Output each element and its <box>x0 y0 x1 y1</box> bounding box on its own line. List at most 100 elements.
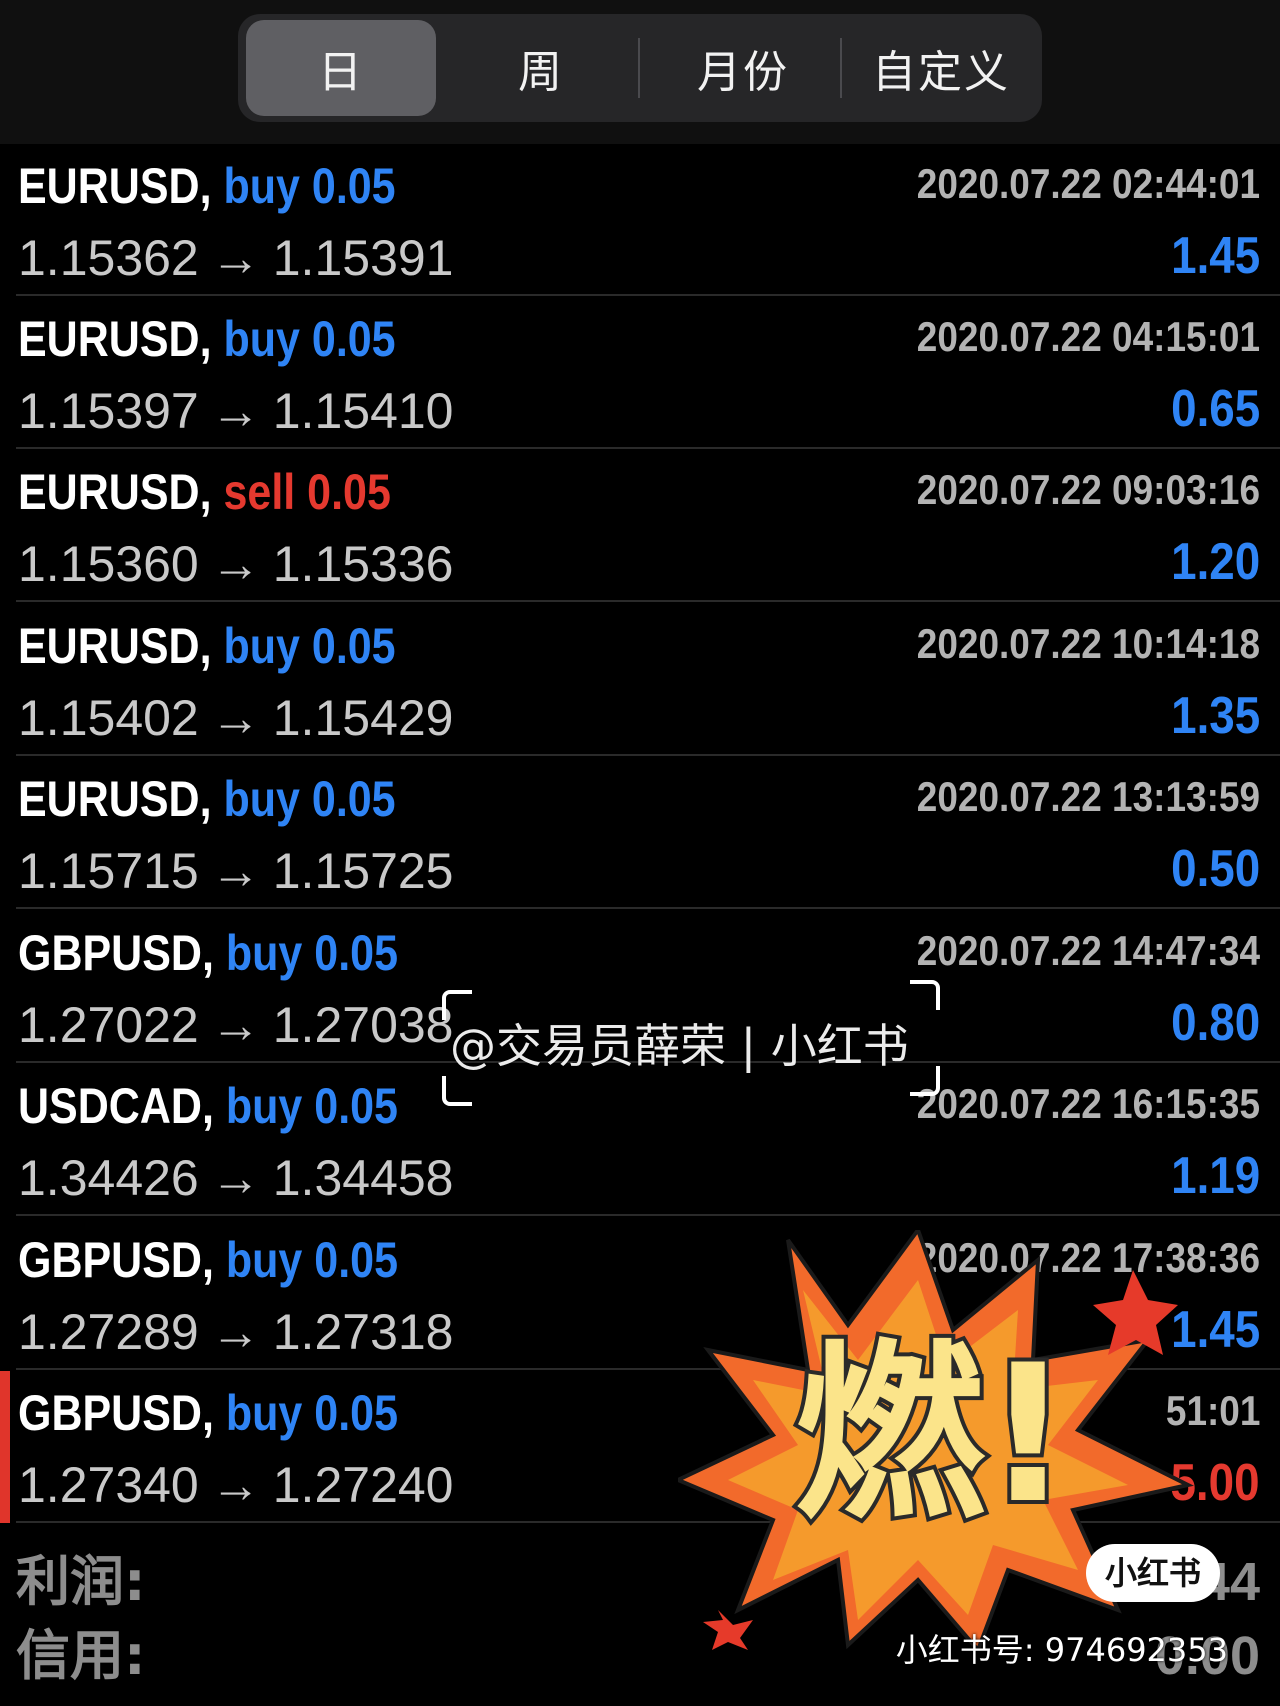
trade-volume: 0.05 <box>314 1078 398 1134</box>
profit-label: 利润: <box>16 1550 146 1613</box>
trade-row[interactable]: EURUSD, buy 0.05 1.15715 → 1.15725 2020.07… <box>0 757 1280 909</box>
selected-row-marker <box>0 1371 10 1523</box>
trade-volume: 0.05 <box>314 1232 398 1288</box>
trade-symbol: EURUSD <box>18 618 200 674</box>
open-price: 1.15362 <box>18 230 199 286</box>
trade-prices: 1.15402 → 1.15429 <box>18 688 454 748</box>
trade-title: EURUSD, buy 0.05 <box>18 158 396 214</box>
trade-profit: 1.35 <box>1170 687 1260 745</box>
period-segmented-control: 日 周 月份 自定义 <box>238 14 1042 122</box>
trade-symbol: EURUSD <box>18 311 200 367</box>
arrow-right-icon: → <box>210 997 261 1053</box>
close-price: 1.34458 <box>272 1150 454 1206</box>
trade-prices: 1.15397 → 1.15410 <box>18 381 454 441</box>
trade-symbol: GBPUSD <box>18 1385 202 1441</box>
trade-prices: 1.27022 → 1.27038 <box>18 995 454 1055</box>
close-price: 1.15391 <box>272 230 454 286</box>
trade-side: sell <box>223 464 296 520</box>
trade-side: buy <box>225 1385 303 1441</box>
trade-symbol: EURUSD <box>18 464 200 520</box>
trade-title: GBPUSD, buy 0.05 <box>18 1385 398 1441</box>
trade-profit: 1.19 <box>1170 1147 1260 1205</box>
trade-symbol: USDCAD <box>18 1078 202 1134</box>
trade-profit: 0.50 <box>1170 840 1260 898</box>
row-divider <box>16 1521 1280 1523</box>
row-divider <box>16 907 1280 909</box>
trade-title: EURUSD, sell 0.05 <box>18 464 391 520</box>
trade-symbol: EURUSD <box>18 158 200 214</box>
open-price: 1.15715 <box>18 843 199 899</box>
trade-row[interactable]: EURUSD, buy 0.05 1.15402 → 1.15429 2020.07… <box>0 604 1280 756</box>
tab-custom[interactable]: 自定义 <box>846 20 1036 116</box>
trade-profit: 1.45 <box>1170 1301 1260 1359</box>
xiaohongshu-badge: 小红书 <box>1086 1544 1220 1602</box>
tab-divider <box>840 38 842 98</box>
trade-time: 2020.07.22 17:38:36 <box>916 1234 1260 1281</box>
arrow-right-icon: → <box>210 690 261 746</box>
trade-time: 2020.07.22 14:47:34 <box>916 927 1260 974</box>
tab-day[interactable]: 日 <box>246 20 436 116</box>
arrow-right-icon: → <box>210 1304 261 1360</box>
trade-row[interactable]: EURUSD, sell 0.05 1.15360 → 1.15336 2020.0… <box>0 450 1280 602</box>
trade-title: USDCAD, buy 0.05 <box>18 1078 398 1134</box>
arrow-right-icon: → <box>210 536 261 592</box>
row-divider <box>16 1368 1280 1370</box>
trade-row[interactable]: GBPUSD, buy 0.05 1.27289 → 1.27318 2020.07… <box>0 1218 1280 1370</box>
trade-row[interactable]: EURUSD, buy 0.05 1.15362 → 1.15391 2020.07… <box>0 144 1280 296</box>
trade-volume: 0.05 <box>314 1385 398 1441</box>
trade-side: buy <box>223 158 300 214</box>
close-price: 1.15336 <box>272 536 454 592</box>
trade-row[interactable]: GBPUSD, buy 0.05 1.27022 → 1.27038 2020.07… <box>0 911 1280 1063</box>
trade-side: buy <box>225 925 303 981</box>
close-price: 1.15429 <box>272 690 454 746</box>
trade-row[interactable]: USDCAD, buy 0.05 1.34426 → 1.34458 2020.07… <box>0 1064 1280 1216</box>
close-price: 1.15725 <box>272 843 454 899</box>
trade-title: GBPUSD, buy 0.05 <box>18 925 398 981</box>
trade-side: buy <box>223 771 300 827</box>
arrow-right-icon: → <box>210 383 261 439</box>
trade-title: GBPUSD, buy 0.05 <box>18 1232 398 1288</box>
open-price: 1.15397 <box>18 383 199 439</box>
trade-row[interactable]: EURUSD, buy 0.05 1.15397 → 1.15410 2020.07… <box>0 297 1280 449</box>
arrow-right-icon: → <box>210 843 261 899</box>
tab-divider <box>638 38 640 98</box>
tab-month[interactable]: 月份 <box>648 20 838 116</box>
trade-prices: 1.15362 → 1.15391 <box>18 228 454 288</box>
account-id-text: 小红书号: 974692353 <box>895 1631 1228 1669</box>
row-divider <box>16 1214 1280 1216</box>
open-price: 1.15402 <box>18 690 199 746</box>
open-price: 1.34426 <box>18 1150 199 1206</box>
close-price: 1.27240 <box>272 1457 454 1513</box>
trade-volume: 0.05 <box>311 618 396 674</box>
row-divider <box>16 447 1280 449</box>
open-price: 1.15360 <box>18 536 199 592</box>
trade-time: 2020.07.22 02:44:01 <box>916 160 1260 207</box>
trade-title: EURUSD, buy 0.05 <box>18 311 396 367</box>
row-divider <box>16 1061 1280 1063</box>
open-price: 1.27289 <box>18 1304 199 1360</box>
trade-time: 51:01 <box>1165 1387 1260 1434</box>
trade-symbol: GBPUSD <box>18 1232 202 1288</box>
row-divider <box>16 294 1280 296</box>
row-divider <box>16 600 1280 602</box>
open-price: 1.27022 <box>18 997 199 1053</box>
period-header: 日 周 月份 自定义 <box>0 0 1280 144</box>
trade-volume: 0.05 <box>311 158 396 214</box>
arrow-right-icon: → <box>210 1150 261 1206</box>
trade-volume: 0.05 <box>314 925 398 981</box>
arrow-right-icon: → <box>210 230 261 286</box>
trade-time: 2020.07.22 13:13:59 <box>916 773 1260 820</box>
trade-prices: 1.27289 → 1.27318 <box>18 1302 454 1362</box>
trade-volume: 0.05 <box>311 771 396 827</box>
trade-side: buy <box>225 1232 303 1288</box>
close-price: 1.27038 <box>272 997 454 1053</box>
trade-row-selected[interactable]: GBPUSD, buy 0.05 1.27340 → 1.27240 51:01 -… <box>0 1371 1280 1523</box>
trade-profit: 0.80 <box>1170 994 1260 1052</box>
trade-time: 2020.07.22 09:03:16 <box>916 466 1260 513</box>
tab-week[interactable]: 周 <box>446 20 636 116</box>
close-price: 1.15410 <box>272 383 454 439</box>
trade-prices: 1.34426 → 1.34458 <box>18 1148 454 1208</box>
trade-profit: 1.45 <box>1170 227 1260 285</box>
trade-title: EURUSD, buy 0.05 <box>18 771 396 827</box>
credit-label: 信用: <box>16 1624 146 1687</box>
